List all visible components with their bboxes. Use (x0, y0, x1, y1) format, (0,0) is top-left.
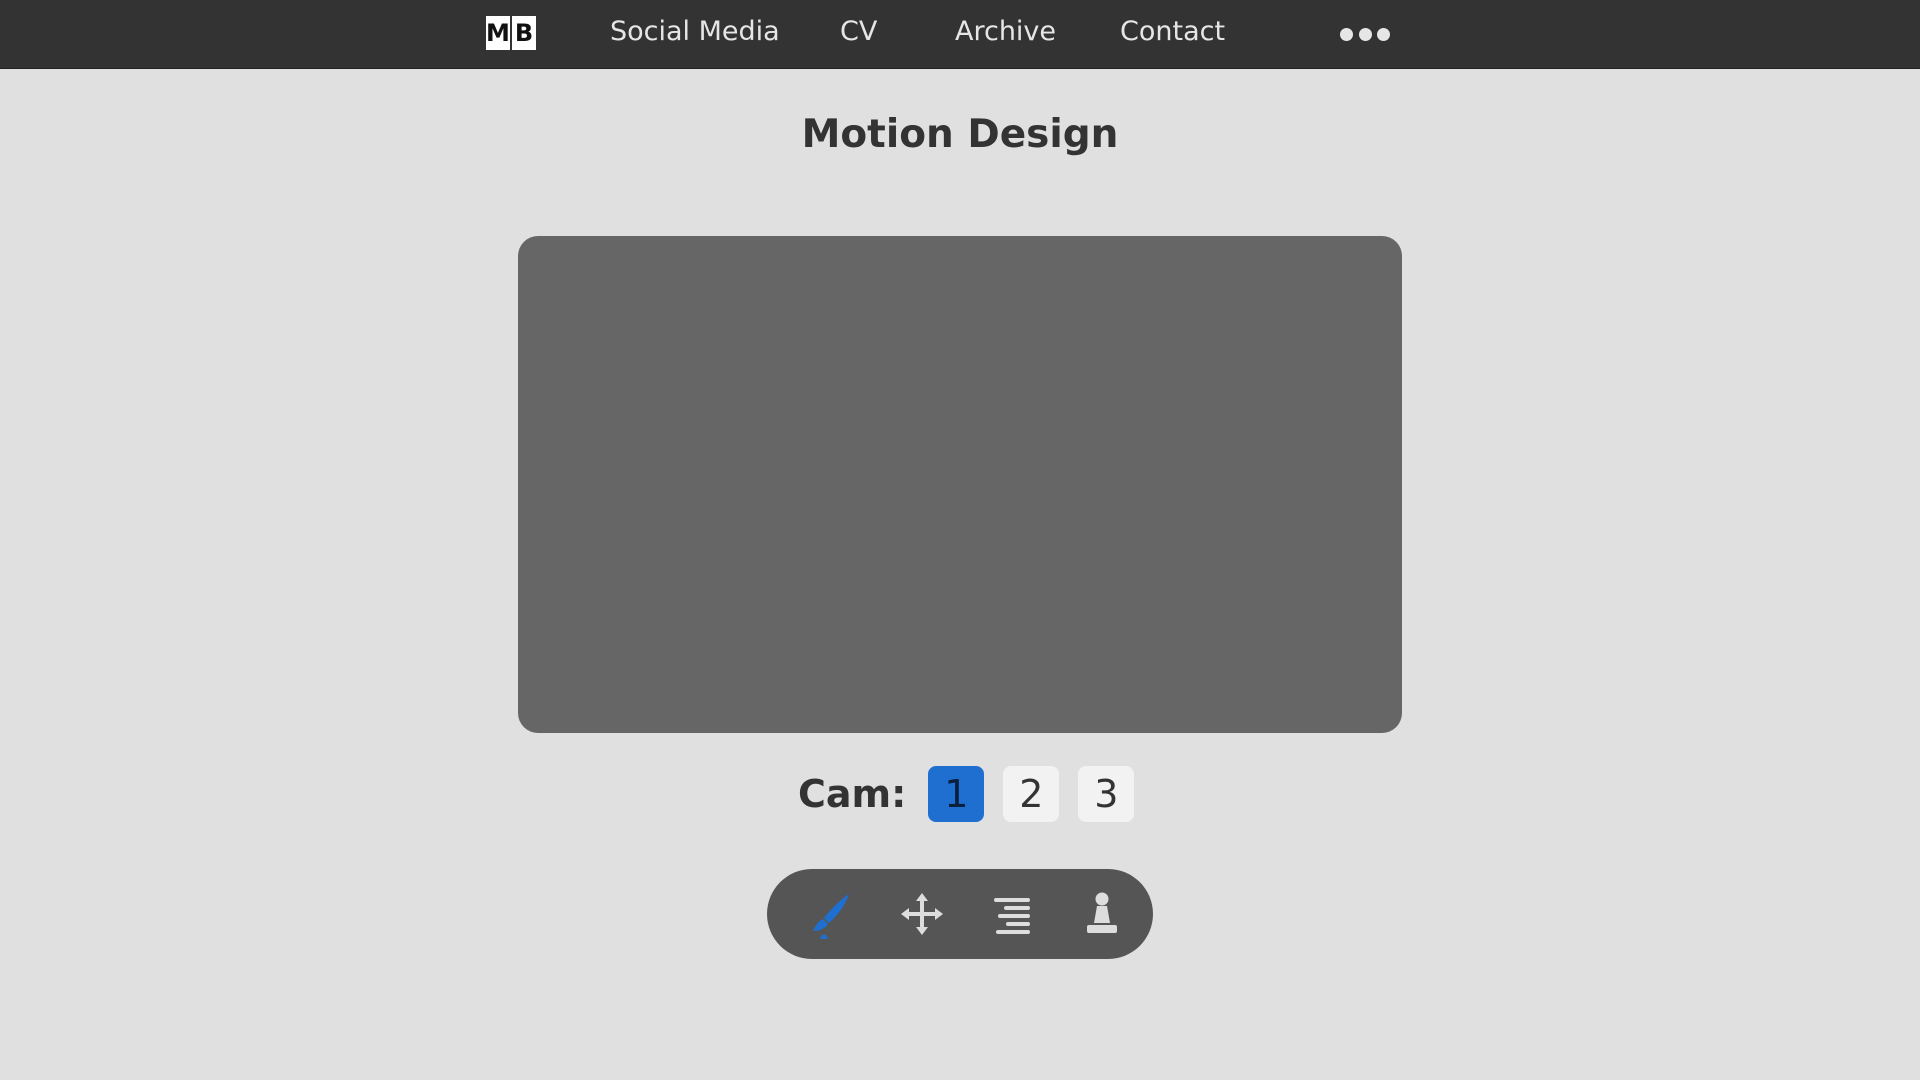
more-dot (1358, 27, 1372, 41)
camera-2-button[interactable]: 2 (1003, 766, 1060, 822)
top-navigation-bar: M B Social Media CV Archive Contact (0, 0, 1920, 69)
nav-link-cv[interactable]: CV (840, 14, 877, 50)
more-dot (1377, 27, 1390, 41)
camera-label: Cam: (798, 772, 907, 816)
pawn-tool-button[interactable] (1077, 889, 1127, 939)
camera-selector: Cam: 1 2 3 (798, 766, 1153, 822)
align-tool-button[interactable] (987, 889, 1037, 939)
tool-palette (767, 869, 1153, 959)
brush-icon (813, 894, 849, 939)
more-dot (1340, 27, 1353, 41)
camera-3-button[interactable]: 3 (1078, 766, 1135, 822)
logo-letter-m: M (486, 16, 510, 50)
site-logo[interactable]: M B (486, 16, 536, 50)
nav-link-social-media[interactable]: Social Media (610, 14, 780, 50)
logo-letter-b: B (512, 16, 536, 50)
nav-link-contact[interactable]: Contact (1120, 14, 1225, 50)
move-icon (901, 893, 943, 935)
more-menu-icon[interactable] (1340, 24, 1390, 44)
brush-tool-button[interactable] (807, 889, 857, 939)
camera-1-button[interactable]: 1 (928, 766, 985, 822)
page-title: Motion Design (801, 112, 1119, 157)
nav-link-archive[interactable]: Archive (955, 14, 1056, 50)
move-tool-button[interactable] (897, 889, 947, 939)
align-right-icon (994, 898, 1030, 934)
3d-viewport[interactable] (518, 236, 1402, 733)
pawn-icon (1087, 892, 1117, 933)
